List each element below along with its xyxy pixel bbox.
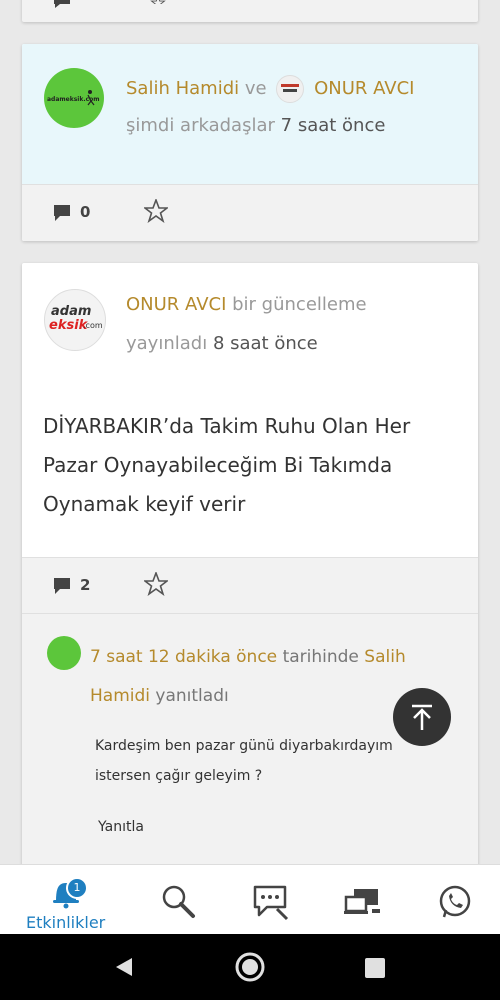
star-icon[interactable] bbox=[146, 0, 170, 4]
system-navigation-bar bbox=[0, 934, 500, 1000]
timestamp: 8 saat önce bbox=[212, 333, 318, 354]
avatar[interactable]: adameksik.com bbox=[44, 68, 104, 128]
friendship-line-2: şimdi arkadaşlar 7 saat önce bbox=[126, 114, 385, 138]
arrow-up-icon bbox=[412, 704, 432, 730]
avatar[interactable]: adam eksik .com bbox=[44, 289, 106, 351]
nav-item-activities[interactable]: 1 Etkinlikler bbox=[18, 871, 114, 932]
action-text-2: yayınladı bbox=[126, 333, 208, 354]
reply-time-link[interactable]: 7 saat 12 dakika önce bbox=[90, 647, 277, 667]
search-icon[interactable] bbox=[160, 883, 198, 921]
comment-count: 0 bbox=[80, 203, 91, 221]
small-avatar-logo-icon bbox=[281, 84, 300, 87]
avatar-brand-text: adameksik.com bbox=[47, 96, 100, 103]
recent-apps-icon[interactable] bbox=[364, 957, 386, 979]
friendship-actions: 0 bbox=[22, 184, 478, 241]
reply-text: Kardeşim ben pazar günü diyarbakırdayım … bbox=[95, 731, 393, 791]
reply-avatar[interactable] bbox=[47, 636, 81, 670]
reply-author-link[interactable]: Salih bbox=[364, 647, 405, 667]
reply-text-line: Kardeşim ben pazar günü diyarbakırdayım bbox=[95, 738, 393, 754]
avatar-brand-1: adam bbox=[51, 304, 92, 319]
post-card: adam eksik .com ONUR AVCI bir güncelleme… bbox=[22, 263, 478, 883]
connector-text: ve bbox=[244, 78, 267, 99]
comment-count: 2 bbox=[80, 576, 91, 594]
post-header-line-1: ONUR AVCI bir güncelleme bbox=[126, 293, 367, 317]
post-text-line: DİYARBAKIR’da Takim Ruhu Olan Her bbox=[43, 414, 411, 438]
comment-icon[interactable] bbox=[52, 576, 72, 596]
messages-icon[interactable] bbox=[251, 883, 291, 921]
back-icon[interactable] bbox=[112, 955, 136, 979]
nav-label-activities: Etkinlikler bbox=[26, 913, 106, 932]
user-link-onur[interactable]: ONUR AVCI bbox=[126, 294, 226, 315]
comment-icon[interactable] bbox=[52, 0, 72, 8]
whatsapp-icon[interactable] bbox=[436, 883, 474, 921]
timestamp: 7 saat önce bbox=[280, 115, 386, 136]
friendship-line-1: Salih Hamidi ve ONUR AVCI bbox=[126, 75, 414, 103]
avatar-brand-3: .com bbox=[83, 321, 103, 330]
user-link-salih[interactable]: Salih Hamidi bbox=[126, 78, 239, 99]
post-header-line-2: yayınladı 8 saat önce bbox=[126, 332, 318, 356]
post-actions: 2 bbox=[22, 557, 478, 614]
devices-icon[interactable] bbox=[344, 885, 382, 919]
bottom-navigation: 1 Etkinlikler bbox=[0, 864, 500, 935]
post-text-line: Pazar Oynayabileceğim Bi Takımda bbox=[43, 453, 393, 477]
reply-author-link-2[interactable]: Hamidi bbox=[90, 686, 150, 706]
home-icon[interactable] bbox=[233, 950, 267, 984]
reply-text-line: istersen çağır geleyim ? bbox=[95, 768, 263, 784]
previous-post-card bbox=[22, 0, 478, 22]
friendship-header: adameksik.com Salih Hamidi ve ONUR AVCI … bbox=[22, 44, 478, 184]
action-text: bir güncelleme bbox=[232, 294, 367, 315]
friendship-card: adameksik.com Salih Hamidi ve ONUR AVCI … bbox=[22, 44, 478, 241]
reply-section: 7 saat 12 dakika önce tarihinde Salih Ha… bbox=[22, 613, 478, 883]
reply-button[interactable]: Yanıtla bbox=[98, 819, 144, 835]
comment-icon[interactable] bbox=[52, 203, 72, 223]
star-icon[interactable] bbox=[144, 199, 168, 223]
star-icon[interactable] bbox=[144, 572, 168, 596]
scroll-top-button[interactable] bbox=[393, 688, 451, 746]
small-avatar[interactable] bbox=[276, 75, 305, 103]
post-body: DİYARBAKIR’da Takim Ruhu Olan Her Pazar … bbox=[43, 407, 410, 524]
notification-badge: 1 bbox=[66, 877, 88, 899]
post-text-line: Oynamak keyif verir bbox=[43, 492, 246, 516]
avatar-brand-2: eksik bbox=[49, 318, 88, 333]
reply-date-label: tarihinde bbox=[282, 647, 359, 667]
reply-verb: yanıtladı bbox=[155, 686, 229, 706]
small-avatar-logo-icon-2 bbox=[283, 89, 298, 92]
user-link-onur[interactable]: ONUR AVCI bbox=[314, 78, 414, 99]
status-text: şimdi arkadaşlar bbox=[126, 115, 275, 136]
